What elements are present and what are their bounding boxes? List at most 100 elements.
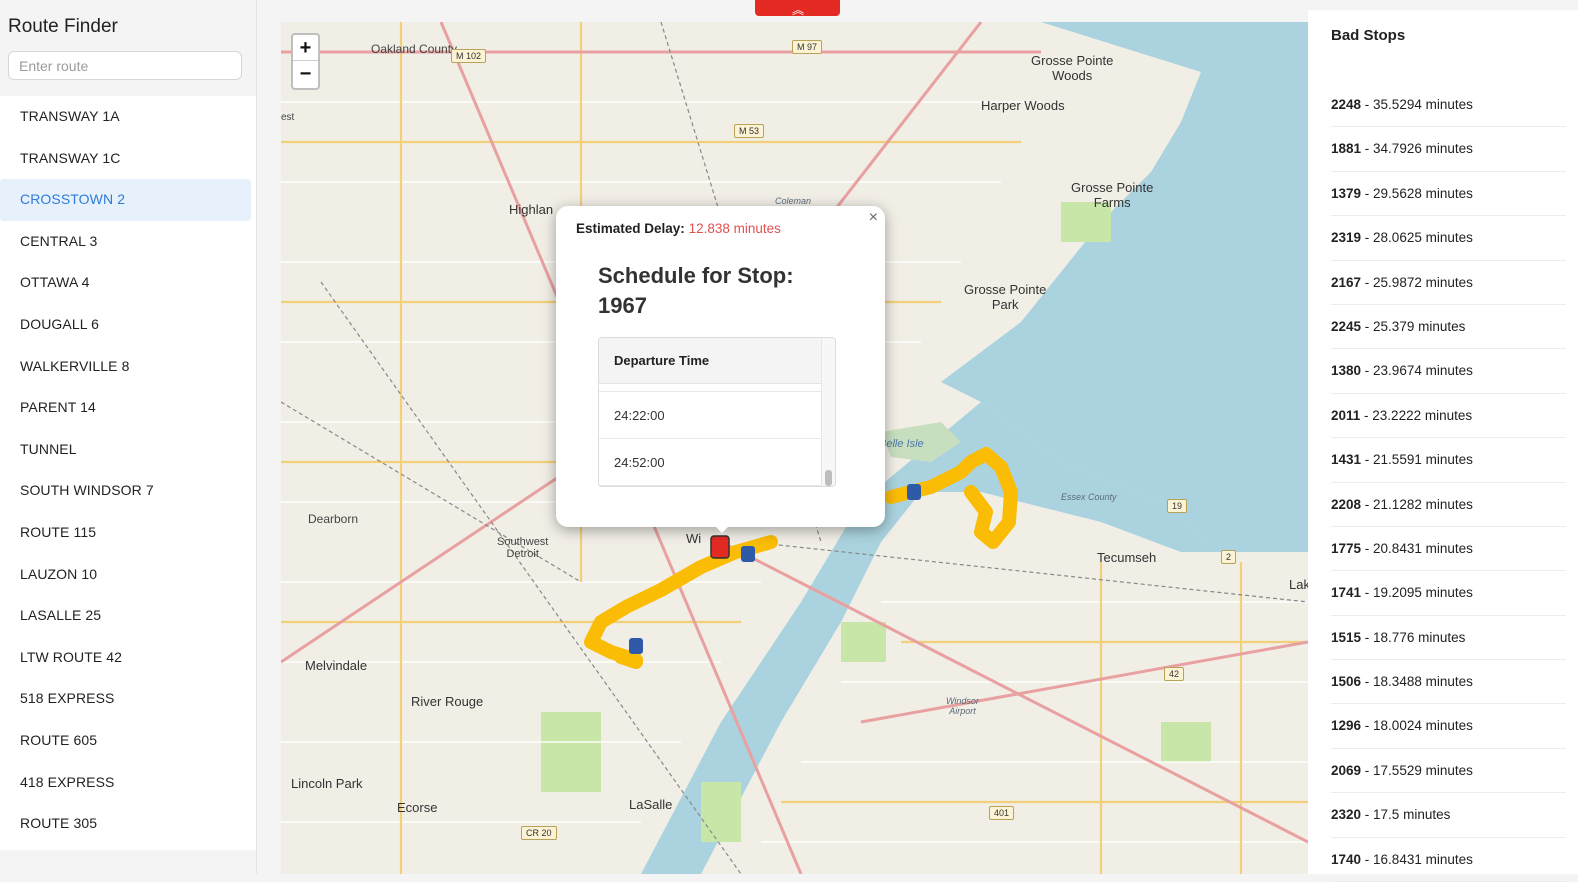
bad-stop-item[interactable]: 1741 - 19.2095 minutes: [1331, 571, 1566, 616]
schedule-table[interactable]: Departure Time 24:22:00 24:52:00: [598, 337, 836, 487]
bad-stop-item[interactable]: 2320 - 17.5 minutes: [1331, 793, 1566, 838]
bad-stop-delay: - 21.1282 minutes: [1361, 496, 1473, 512]
bad-stop-id: 2011: [1331, 407, 1361, 423]
bad-stop-item[interactable]: 1296 - 18.0024 minutes: [1331, 704, 1566, 749]
route-list: TRANSWAY 1A TRANSWAY 1C CROSSTOWN 2 CENTRAL…: [0, 96, 256, 850]
route-item[interactable]: LASALLE 25: [0, 595, 256, 637]
route-item[interactable]: SOUTH WINDSOR 7: [0, 470, 256, 512]
bad-stop-id: 2319: [1331, 230, 1362, 246]
bad-stop-delay: - 25.9872 minutes: [1361, 274, 1473, 290]
route-item[interactable]: LAUZON 10: [0, 554, 256, 596]
map-label-river-rouge: River Rouge: [411, 694, 484, 709]
sidebar-title: Route Finder: [8, 16, 118, 37]
bad-stop-item[interactable]: 2208 - 21.1282 minutes: [1331, 483, 1566, 527]
bad-stop-id: 1379: [1331, 185, 1362, 201]
shield-42: 42: [1164, 667, 1185, 681]
bad-stop-id: 1431: [1331, 452, 1362, 468]
bad-stop-item[interactable]: 1740 - 16.8431 minutes: [1331, 838, 1566, 882]
bad-stop-delay: - 25.379 minutes: [1361, 318, 1466, 334]
bad-stop-delay: - 23.9674 minutes: [1361, 363, 1473, 379]
bad-stop-item[interactable]: 2248 - 35.5294 minutes: [1331, 83, 1566, 128]
delay-label: Estimated Delay:: [576, 221, 685, 236]
map-label-lasalle: LaSalle: [629, 797, 673, 812]
bad-stop-delay: - 17.5 minutes: [1361, 807, 1451, 823]
shield-m102: M 102: [451, 49, 487, 63]
bad-stop-id: 1881: [1331, 141, 1362, 157]
map-label-dearborn: Dearborn: [308, 512, 359, 526]
route-item[interactable]: 518 EXPRESS: [0, 678, 256, 720]
bad-stop-item[interactable]: 1379 - 29.5628 minutes: [1331, 172, 1566, 217]
route-item[interactable]: LTW ROUTE 42: [0, 637, 256, 679]
route-item[interactable]: ROUTE 305: [0, 803, 256, 845]
map-label-ecorse: Ecorse: [397, 800, 438, 815]
map-label-grosse-pointe-farms: Grosse Pointe Farms: [1071, 180, 1154, 210]
map-label-coleman: Coleman: [775, 196, 812, 206]
popup-tip: [713, 524, 731, 533]
route-item[interactable]: TUNNEL: [0, 429, 256, 471]
map-label-lake: Lak: [1289, 577, 1308, 592]
map-label-grosse-pointe-woods: Grosse Pointe Woods: [1031, 53, 1114, 83]
bad-stop-delay: - 17.5529 minutes: [1361, 762, 1473, 778]
top-collapse-tab[interactable]: ︽: [755, 0, 840, 17]
bad-stop-delay: - 18.0024 minutes: [1361, 718, 1473, 734]
route-item[interactable]: 418 EXPRESS: [0, 762, 256, 804]
bad-stop-item[interactable]: 1515 - 18.776 minutes: [1331, 616, 1566, 661]
bad-stop-item[interactable]: 1881 - 34.7926 minutes: [1331, 127, 1566, 172]
bad-stop-delay: - 20.8431 minutes: [1361, 540, 1473, 556]
estimated-delay: Estimated Delay: 12.838 minutes: [576, 221, 781, 236]
bad-stop-id: 2208: [1331, 496, 1362, 512]
close-icon[interactable]: ×: [869, 209, 878, 227]
bad-stop-delay: - 21.5591 minutes: [1361, 452, 1473, 468]
bad-stop-delay: - 16.8431 minutes: [1361, 851, 1473, 867]
shield-m97: M 97: [792, 40, 823, 54]
route-item[interactable]: ROUTE 115: [0, 512, 256, 554]
bad-stop-id: 2248: [1331, 97, 1362, 112]
route-item[interactable]: CROSSTOWN 2: [0, 179, 251, 221]
route-search-input[interactable]: [8, 51, 242, 80]
bad-stop-item[interactable]: 1431 - 21.5591 minutes: [1331, 438, 1566, 483]
bad-stop-delay: - 29.5628 minutes: [1361, 185, 1473, 201]
bad-stop-delay: - 35.5294 minutes: [1361, 97, 1473, 112]
zoom-out-button[interactable]: −: [293, 61, 318, 87]
bad-stop-id: 1740: [1331, 851, 1362, 867]
route-item[interactable]: TRANSWAY 1A: [0, 96, 256, 138]
route-item[interactable]: WALKERVILLE 8: [0, 346, 256, 388]
bad-stop-item[interactable]: 2319 - 28.0625 minutes: [1331, 216, 1566, 261]
bad-stop-id: 2167: [1331, 274, 1362, 290]
map-label-lincoln-park: Lincoln Park: [291, 776, 363, 791]
map-label-tecumseh: Tecumseh: [1097, 550, 1157, 565]
shield-19: 19: [1167, 499, 1188, 513]
bad-stops-title: Bad Stops: [1331, 27, 1406, 44]
bad-stop-item[interactable]: 2011 - 23.2222 minutes: [1331, 394, 1566, 439]
bad-stop-item[interactable]: 2245 - 25.379 minutes: [1331, 305, 1566, 350]
route-item[interactable]: ROUTE 605: [0, 720, 256, 762]
route-item[interactable]: CENTRAL 3: [0, 221, 256, 263]
bad-stop-item[interactable]: 2069 - 17.5529 minutes: [1331, 749, 1566, 794]
bad-stop-id: 1296: [1331, 718, 1362, 734]
zoom-in-button[interactable]: +: [293, 35, 318, 61]
route-item[interactable]: PARENT 14: [0, 387, 256, 429]
schedule-scrollbar[interactable]: [821, 338, 835, 486]
bad-stop-id: 1741: [1331, 585, 1362, 601]
stop-schedule-popup: × Estimated Delay: 12.838 minutes Schedu…: [556, 206, 885, 527]
bad-stop-item[interactable]: 2167 - 25.9872 minutes: [1331, 261, 1566, 305]
map-label-harper-woods: Harper Woods: [981, 98, 1065, 113]
route-item[interactable]: TRANSWAY 1C: [0, 138, 256, 180]
bad-stop-id: 1506: [1331, 674, 1362, 690]
table-row: 24:22:00: [599, 392, 823, 439]
bad-stop-item[interactable]: 1380 - 23.9674 minutes: [1331, 349, 1566, 394]
bad-stop-item[interactable]: 1775 - 20.8431 minutes: [1331, 527, 1566, 572]
map-label-melvindale: Melvindale: [305, 658, 368, 673]
map-label-oakland: Oakland County: [371, 42, 458, 56]
bad-stop-delay: - 23.2222 minutes: [1360, 407, 1473, 423]
table-divider: [599, 384, 823, 392]
route-item[interactable]: DOUGALL 6: [0, 304, 256, 346]
bad-stop-item[interactable]: 1506 - 18.3488 minutes: [1331, 660, 1566, 705]
zoom-control: + −: [291, 33, 320, 90]
departure-time-header: Departure Time: [599, 338, 823, 384]
map-label-west: est: [281, 112, 295, 123]
scrollbar-thumb[interactable]: [825, 470, 832, 486]
bad-stop-id: 1515: [1331, 629, 1362, 645]
shield-401: 401: [989, 806, 1015, 820]
route-item[interactable]: OTTAWA 4: [0, 262, 256, 304]
